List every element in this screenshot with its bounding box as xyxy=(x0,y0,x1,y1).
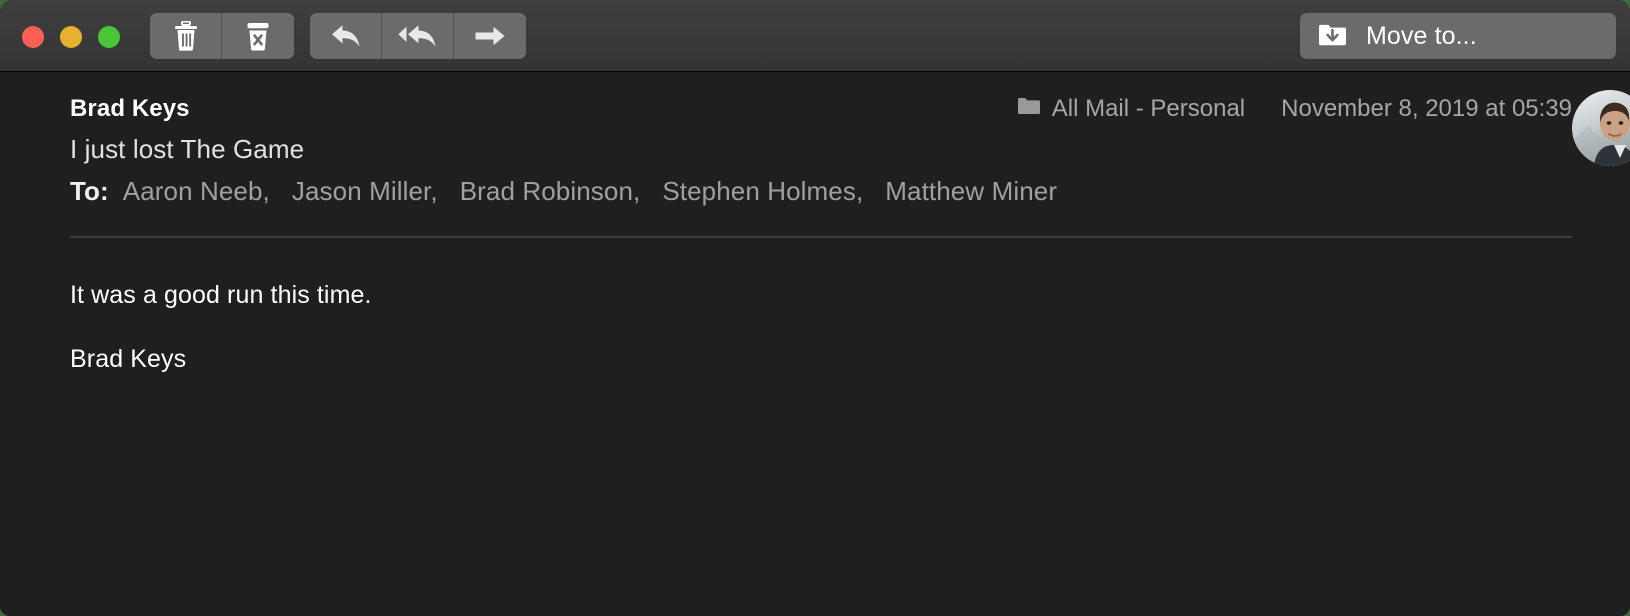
message-header: Brad Keys I just lost The Game To: Aaron… xyxy=(0,72,1630,238)
reply-button[interactable] xyxy=(310,13,382,59)
reply-all-icon xyxy=(397,22,439,50)
toolbar: Move to... xyxy=(0,0,1630,72)
delete-button[interactable] xyxy=(150,13,222,59)
delete-button-group xyxy=(150,13,294,59)
window-controls xyxy=(22,26,120,48)
recipients-row: To: Aaron Neeb, Jason Miller, Brad Robin… xyxy=(70,173,1572,209)
maximize-window-button[interactable] xyxy=(98,26,120,48)
recipient-2[interactable]: Brad Robinson, xyxy=(460,173,641,209)
message-meta: All Mail - Personal November 8, 2019 at … xyxy=(1017,94,1572,124)
header-divider xyxy=(70,236,1572,238)
minimize-window-button[interactable] xyxy=(60,26,82,48)
recipient-3[interactable]: Stephen Holmes, xyxy=(662,173,863,209)
move-to-folder-icon xyxy=(1318,21,1348,52)
message-pane: Brad Keys I just lost The Game To: Aaron… xyxy=(0,72,1630,616)
mailbox-name: All Mail - Personal xyxy=(1051,95,1246,122)
move-to-junk-button[interactable] xyxy=(222,13,294,59)
body-paragraph-0: It was a good run this time. xyxy=(70,281,372,309)
mailbox-label[interactable]: All Mail - Personal xyxy=(1017,94,1245,124)
subject-line: I just lost The Game xyxy=(70,134,305,164)
reply-all-button[interactable] xyxy=(382,13,454,59)
mail-message-window: Move to... Brad Keys I just lost The Gam… xyxy=(0,0,1630,616)
folder-icon xyxy=(1017,94,1041,124)
trash-icon xyxy=(173,21,199,51)
recipient-0[interactable]: Aaron Neeb, xyxy=(123,173,270,209)
message-body: It was a good run this time. Brad Keys xyxy=(0,238,1630,374)
recipient-4[interactable]: Matthew Miner xyxy=(885,173,1057,209)
reply-icon xyxy=(329,22,363,50)
message-date: November 8, 2019 at 05:39 xyxy=(1281,95,1572,122)
move-to-label: Move to... xyxy=(1366,21,1477,50)
forward-icon xyxy=(473,22,507,50)
reply-button-group xyxy=(310,13,526,59)
close-window-button[interactable] xyxy=(22,26,44,48)
to-label: To: xyxy=(70,176,109,206)
junk-icon xyxy=(245,21,271,51)
move-to-button[interactable]: Move to... xyxy=(1300,13,1616,59)
body-paragraph-1: Brad Keys xyxy=(70,345,187,373)
recipient-1[interactable]: Jason Miller, xyxy=(292,173,438,209)
forward-button[interactable] xyxy=(454,13,526,59)
